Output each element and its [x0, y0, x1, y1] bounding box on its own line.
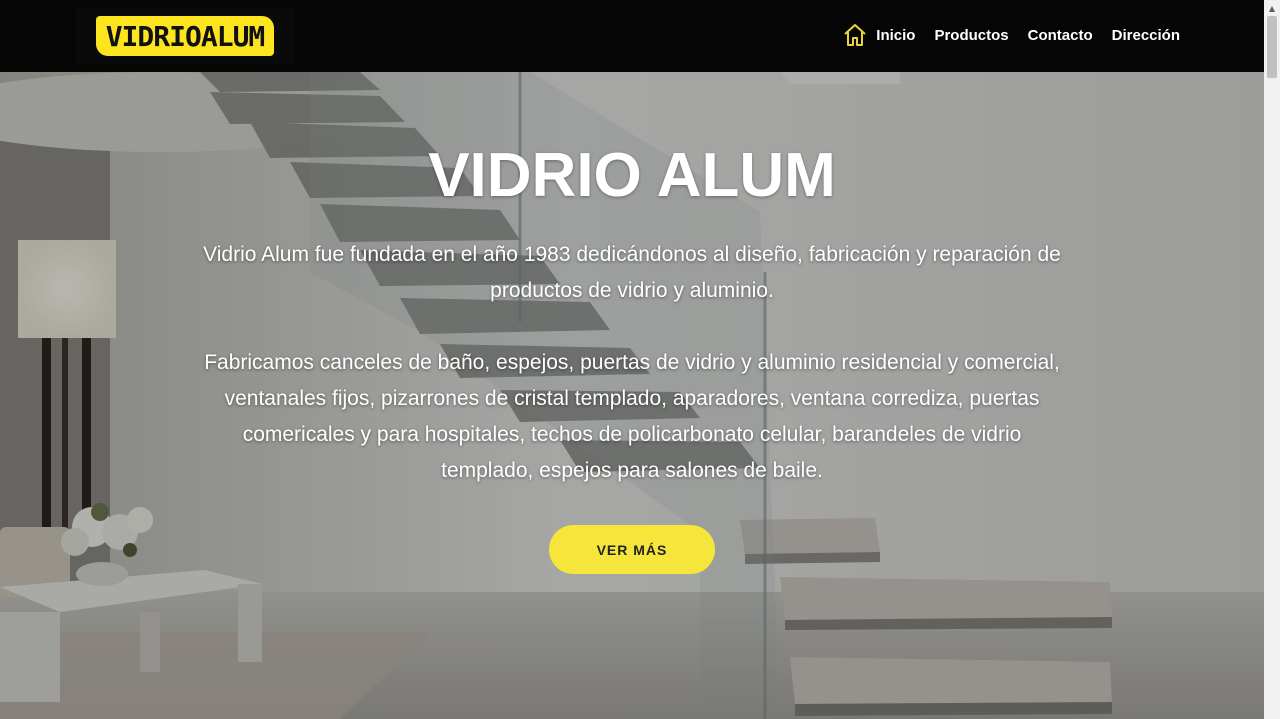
scroll-up-arrow-icon[interactable]: ▲: [1264, 0, 1280, 16]
nav-label-contacto: Contacto: [1027, 26, 1093, 44]
scrollbar-thumb[interactable]: [1267, 16, 1277, 78]
main-nav: Inicio Productos Contacto Dirección: [842, 22, 1180, 48]
home-icon: [844, 24, 866, 46]
hero-section: VIDRIO ALUM Vidrio Alum fue fundada en e…: [0, 72, 1264, 719]
nav-label-inicio: Inicio: [876, 26, 916, 44]
hero-products-paragraph: Fabricamos canceles de baño, espejos, pu…: [204, 351, 1060, 482]
site-header: VIDRIOALUM Inicio Productos Contacto Dir…: [0, 0, 1264, 72]
nav-item-productos[interactable]: Productos: [934, 27, 1008, 44]
nav-label-productos: Productos: [934, 26, 1009, 44]
hero-intro-paragraph: Vidrio Alum fue fundada en el año 1983 d…: [203, 243, 1061, 302]
nav-item-inicio[interactable]: Inicio: [842, 22, 915, 48]
logo: VIDRIOALUM: [96, 16, 274, 56]
ver-mas-button[interactable]: VER MÁS: [549, 525, 715, 574]
hero-title: VIDRIO ALUM: [428, 141, 836, 210]
nav-item-contacto[interactable]: Contacto: [1028, 27, 1093, 44]
logo-link[interactable]: VIDRIOALUM: [76, 8, 294, 64]
nav-item-direccion[interactable]: Dirección: [1112, 27, 1180, 44]
nav-label-direccion: Dirección: [1111, 26, 1180, 44]
vertical-scrollbar[interactable]: ▲: [1264, 0, 1280, 719]
